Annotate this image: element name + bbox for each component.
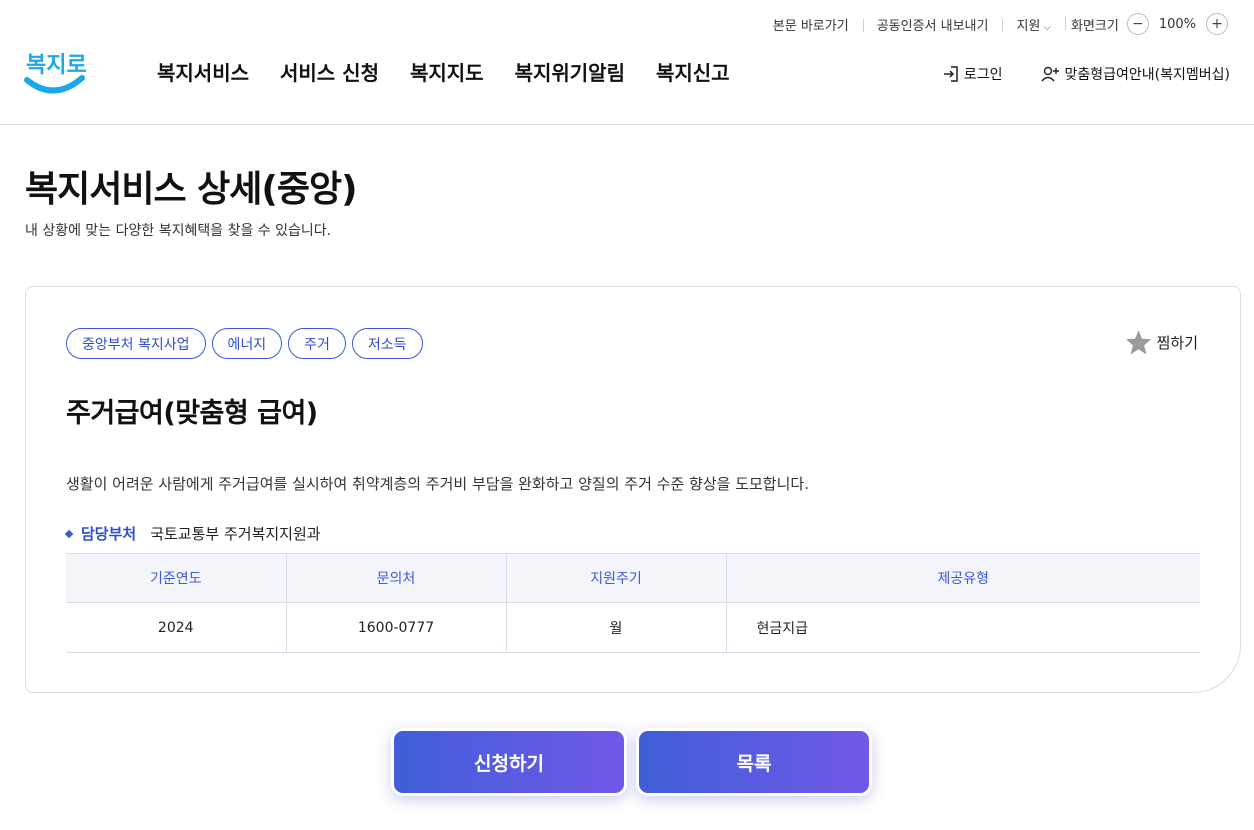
zoom-out-button[interactable]: − xyxy=(1126,13,1149,35)
table-header-row: 기준연도 문의처 지원주기 제공유형 xyxy=(66,553,1200,603)
cell-contact: 1600-0777 xyxy=(285,602,506,653)
support-menu[interactable]: 지원 ⌵ xyxy=(1002,15,1065,34)
tag-energy[interactable]: 에너지 xyxy=(211,328,283,359)
diamond-bullet-icon xyxy=(64,529,74,538)
nav-item-welfare-service[interactable]: 복지서비스 xyxy=(157,57,249,86)
favorite-button[interactable]: 찜하기 xyxy=(1125,329,1198,355)
star-icon xyxy=(1125,330,1151,355)
login-label: 로그인 xyxy=(963,67,1003,83)
service-info-table: 기준연도 문의처 지원주기 제공유형 2024 1600-0777 월 현금지급 xyxy=(66,553,1200,653)
nav-item-welfare-map[interactable]: 복지지도 xyxy=(410,57,484,86)
zoom-in-button[interactable]: + xyxy=(1206,13,1228,35)
support-label: 지원 xyxy=(1016,18,1041,34)
cert-export-link[interactable]: 공동인증서 내보내기 xyxy=(862,15,1003,34)
tag-low-income[interactable]: 저소득 xyxy=(351,328,423,359)
membership-link[interactable]: 맞춤형급여안내(복지멤버십) xyxy=(1040,64,1230,84)
tag-housing[interactable]: 주거 xyxy=(288,328,346,359)
user-add-icon xyxy=(1040,66,1059,82)
list-button[interactable]: 목록 xyxy=(636,728,872,796)
service-tags: 중앙부처 복지사업 에너지 주거 저소득 xyxy=(66,328,423,359)
utility-bar: 본문 바로가기 공동인증서 내보내기 지원 ⌵ 화면크기 − 100% + xyxy=(759,12,1242,36)
screen-size-label: 화면크기 xyxy=(1070,18,1119,34)
nav-item-welfare-report[interactable]: 복지신고 xyxy=(656,57,730,86)
login-link[interactable]: 로그인 xyxy=(942,64,1003,84)
skip-to-content-link[interactable]: 본문 바로가기 xyxy=(759,15,863,34)
zoom-value: 100% xyxy=(1158,16,1196,32)
cell-base-year: 2024 xyxy=(66,602,286,653)
header-support-cycle: 지원주기 xyxy=(505,553,726,603)
header-actions: 로그인 맞춤형급여안내(복지멤버십) xyxy=(942,64,1230,84)
page-subtitle: 내 상황에 맞는 다양한 복지혜택을 찾을 수 있습니다. xyxy=(25,223,332,239)
header-contact: 문의처 xyxy=(285,553,506,603)
header-provision-type: 제공유형 xyxy=(725,553,1200,603)
page-title: 복지서비스 상세(중앙) xyxy=(25,169,358,210)
chevron-down-icon: ⌵ xyxy=(1043,21,1051,33)
membership-label: 맞춤형급여안내(복지멤버십) xyxy=(1064,67,1230,83)
tag-central-ministry[interactable]: 중앙부처 복지사업 xyxy=(66,328,206,359)
main-nav: 복지서비스 서비스 신청 복지지도 복지위기알림 복지신고 xyxy=(157,57,730,86)
service-title: 주거급여(맞춤형 급여) xyxy=(66,398,318,429)
department-info: 담당부처 국토교통부 주거복지지원과 xyxy=(64,523,321,544)
header-base-year: 기준연도 xyxy=(66,553,286,603)
department-label: 담당부처 xyxy=(81,525,137,543)
service-description: 생활이 어려운 사람에게 주거급여를 실시하여 취약계층의 주거비 부담을 완화… xyxy=(66,475,809,493)
favorite-label: 찜하기 xyxy=(1156,333,1198,352)
department-value: 국토교통부 주거복지지원과 xyxy=(150,525,321,543)
logo-text: 복지로 xyxy=(26,53,86,78)
login-icon xyxy=(943,66,958,82)
nav-item-crisis-alert[interactable]: 복지위기알림 xyxy=(515,57,625,86)
cell-provision-type: 현금지급 xyxy=(725,602,1200,653)
nav-item-service-apply[interactable]: 서비스 신청 xyxy=(280,57,379,86)
header-divider xyxy=(0,124,1254,125)
action-buttons: 신청하기 목록 xyxy=(391,728,872,796)
logo-mark: 복지로 xyxy=(24,53,87,94)
cell-support-cycle: 월 xyxy=(505,602,726,653)
table-row: 2024 1600-0777 월 현금지급 xyxy=(66,602,1200,653)
apply-button[interactable]: 신청하기 xyxy=(391,728,627,796)
site-logo[interactable]: 복지로 xyxy=(24,44,87,98)
screen-size-control: 화면크기 − 100% + xyxy=(1064,13,1242,35)
service-detail-card: 중앙부처 복지사업 에너지 주거 저소득 찜하기 주거급여(맞춤형 급여) 생활… xyxy=(25,286,1241,693)
